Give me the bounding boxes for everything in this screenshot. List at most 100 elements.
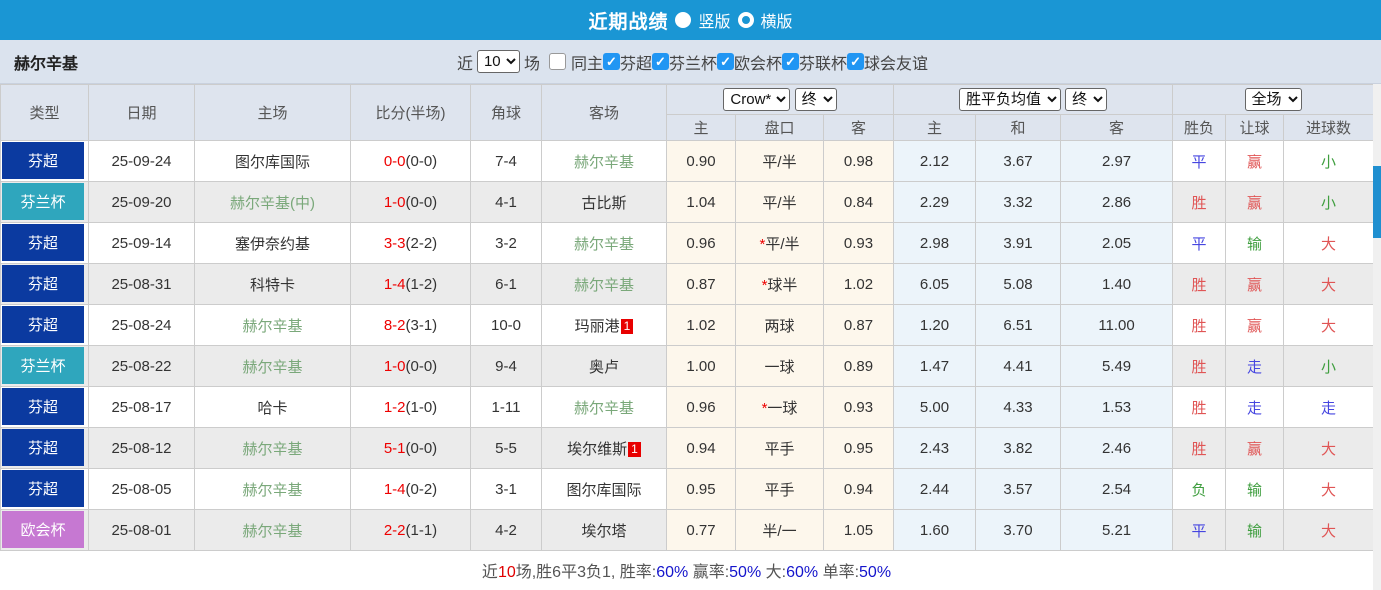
eu-draw-odds: 3.67 [975,140,1062,182]
eu-home-odds: 2.29 [893,181,977,223]
ah-time-select[interactable]: 终 [794,88,837,111]
ah-home-odds: 0.94 [666,427,736,469]
away-team[interactable]: 赫尔辛基 [541,140,667,182]
league-checkbox-checked[interactable]: ✓ [652,53,669,70]
recent-count-select[interactable]: 10 [476,50,520,73]
league-checkbox-checked[interactable]: ✓ [717,53,735,70]
eu-home-odds: 1.20 [893,304,977,346]
handicap-result-cell: 赢 [1225,140,1285,182]
bookmaker-select[interactable]: Crow* [723,88,791,111]
away-team[interactable]: 玛丽港 1 [541,304,667,346]
league-checkbox-label[interactable]: 芬超 [620,50,652,74]
date-cell: 25-08-17 [88,386,195,428]
table-row: 芬超 25-08-05 赫尔辛基 1-4(0-2) 3-1 图尔库国际 0.95 平手 0.94… [0,468,1375,510]
home-team[interactable]: 赫尔辛基 [194,509,351,551]
recent-label: 近 [456,55,473,73]
vertical-radio-selected-icon[interactable] [675,12,692,28]
away-team[interactable]: 赫尔辛基 [541,263,667,305]
horizontal-radio-label[interactable]: 横版 [761,8,793,32]
vertical-radio-label[interactable]: 竖版 [698,8,730,32]
date-cell: 25-08-22 [88,345,195,387]
ah-line: *一球 [735,386,824,428]
home-team[interactable]: 赫尔辛基(中) [194,181,351,223]
date-cell: 25-09-20 [88,181,195,223]
home-team[interactable]: 哈卡 [194,386,351,428]
goals-result-cell: 大 [1283,222,1375,264]
home-team[interactable]: 图尔库国际 [194,140,351,182]
col-header-home: 主场 [194,84,351,141]
eu-home-odds: 1.60 [893,509,977,551]
away-team[interactable]: 赫尔辛基 [541,386,667,428]
league-checkbox-checked[interactable]: ✓ [782,53,800,70]
score-cell: 1-0(0-0) [350,345,471,387]
corner-cell: 4-1 [470,181,542,223]
handicap-result-cell: 输 [1225,509,1285,551]
ah-line: *球半 [735,263,824,305]
page-title: 近期战绩 [588,11,669,33]
away-team[interactable]: 埃尔维斯 1 [541,427,667,469]
away-team[interactable]: 古比斯 [541,181,667,223]
date-cell: 25-08-31 [88,263,195,305]
home-team[interactable]: 塞伊奈约基 [194,222,351,264]
home-team[interactable]: 赫尔辛基 [194,427,351,469]
ah-away-odds: 0.93 [822,386,895,428]
result-cell: 胜 [1172,345,1227,387]
result-cell: 平 [1172,222,1227,264]
handicap-result-cell: 输 [1225,222,1285,264]
score-cell: 5-1(0-0) [350,427,471,469]
goals-result-cell: 大 [1283,427,1375,469]
eu-draw-odds: 3.57 [975,468,1062,510]
league-checkbox-label[interactable]: 芬兰杯 [669,50,717,74]
scrollbar-track[interactable] [1373,84,1381,590]
league-type-cell: 芬超 [0,304,89,346]
scrollbar-thumb[interactable] [1373,166,1381,238]
corner-cell: 9-4 [470,345,542,387]
europe-odds-select[interactable]: 胜平负均值 [958,88,1061,111]
home-team[interactable]: 科特卡 [194,263,351,305]
league-checkbox-checked[interactable]: ✓ [847,53,865,70]
league-checkbox-checked[interactable]: ✓ [602,53,620,70]
league-checkbox-label[interactable]: 欧会杯 [734,50,782,74]
sub-header-ah-home: 主 [666,114,736,141]
horizontal-radio-icon[interactable] [737,12,754,28]
league-type-cell: 芬超 [0,263,89,305]
ah-away-odds: 0.87 [822,304,895,346]
handicap-result-cell: 输 [1225,468,1285,510]
ah-home-odds: 0.77 [666,509,736,551]
away-team[interactable]: 赫尔辛基 [541,222,667,264]
league-type-cell: 芬超 [0,427,89,469]
away-team[interactable]: 奥卢 [541,345,667,387]
score-cell: 3-3(2-2) [350,222,471,264]
corner-cell: 4-2 [470,509,542,551]
eu-time-select[interactable]: 终 [1065,88,1108,111]
home-team[interactable]: 赫尔辛基 [194,468,351,510]
ah-home-odds: 0.90 [666,140,736,182]
same-home-checkbox[interactable] [548,53,566,70]
ah-line: 平手 [735,468,824,510]
league-type-cell: 芬超 [0,222,89,264]
league-checkbox-label[interactable]: 球会友谊 [864,50,928,74]
date-cell: 25-09-14 [88,222,195,264]
home-team[interactable]: 赫尔辛基 [194,304,351,346]
title-bar: 近期战绩 竖版 横版 [0,0,1381,40]
ah-line: 平/半 [735,181,824,223]
eu-home-odds: 5.00 [893,386,977,428]
result-cell: 平 [1172,140,1227,182]
away-team[interactable]: 埃尔塔 [541,509,667,551]
eu-away-odds: 2.54 [1060,468,1174,510]
eu-draw-odds: 6.51 [975,304,1062,346]
away-team[interactable]: 图尔库国际 [541,468,667,510]
ah-home-odds: 0.96 [666,386,736,428]
table-row: 芬超 25-08-24 赫尔辛基 8-2(3-1) 10-0 玛丽港 1 1.02 两球 0.87… [0,304,1375,346]
league-checkbox-label[interactable]: 芬联杯 [799,50,847,74]
result-cell: 胜 [1172,181,1227,223]
eu-draw-odds: 3.91 [975,222,1062,264]
red-card-badge: 1 [620,319,634,335]
eu-away-odds: 5.21 [1060,509,1174,551]
result-cell: 胜 [1172,386,1227,428]
scope-select[interactable]: 全场 [1244,88,1302,111]
result-header: 全场 [1172,84,1375,115]
score-cell: 2-2(1-1) [350,509,471,551]
home-team[interactable]: 赫尔辛基 [194,345,351,387]
league-type-cell: 芬兰杯 [0,345,89,387]
